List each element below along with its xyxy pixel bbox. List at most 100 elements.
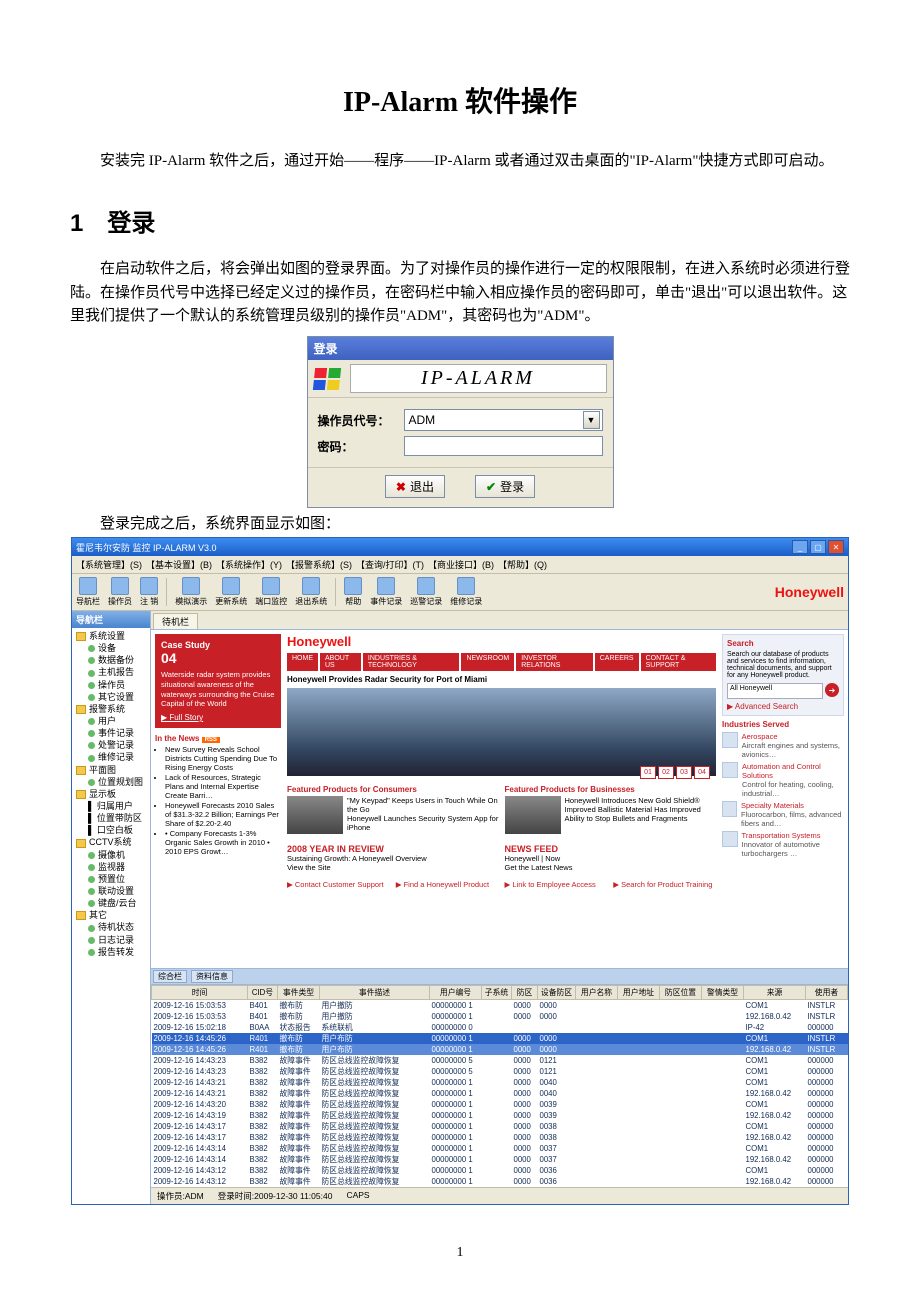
industry-item[interactable]: Specialty MaterialsFluorocarbon, films, …: [722, 801, 844, 828]
tree-node[interactable]: 其它: [74, 909, 148, 921]
tree-node[interactable]: 其它设置: [74, 691, 148, 703]
grid-row[interactable]: 2009-12-16 14:43:20B382故障事件防区总线监控故障恢复000…: [152, 1099, 848, 1110]
grid-row[interactable]: 2009-12-16 14:43:17B382故障事件防区总线监控故障恢复000…: [152, 1132, 848, 1143]
tree-node[interactable]: ▌ 归属用户: [74, 800, 148, 812]
toolbar-button[interactable]: 注 销: [140, 577, 158, 607]
pager-item[interactable]: 02: [658, 766, 674, 779]
grid-row[interactable]: 2009-12-16 14:45:26R401撤布防用户布防00000000 1…: [152, 1044, 848, 1055]
news-item[interactable]: • Company Forecasts 1-3% Organic Sales G…: [165, 829, 281, 856]
toolbar-button[interactable]: 巡警记录: [410, 577, 442, 607]
close-button[interactable]: ✕: [828, 540, 844, 554]
web-nav-item[interactable]: ABOUT US: [320, 653, 361, 671]
tree-node[interactable]: 数据备份: [74, 654, 148, 666]
exit-button[interactable]: ✖退出: [385, 475, 445, 498]
grid-header[interactable]: 时间: [152, 986, 248, 1000]
list-item[interactable]: Sustaining Growth: A Honeywell Overview: [287, 854, 499, 863]
login-button[interactable]: ✔登录: [475, 475, 535, 498]
grid-header[interactable]: 设备防区: [538, 986, 576, 1000]
news-item[interactable]: New Survey Reveals School Districts Cutt…: [165, 745, 281, 772]
web-nav-item[interactable]: INVESTOR RELATIONS: [516, 653, 593, 671]
tree-node[interactable]: 报告转发: [74, 946, 148, 958]
pager-item[interactable]: 03: [676, 766, 692, 779]
pager-item[interactable]: 04: [694, 766, 710, 779]
tree-node[interactable]: ▌ 口空白板: [74, 824, 148, 836]
tree-node[interactable]: 操作员: [74, 679, 148, 691]
tree-node[interactable]: 日志记录: [74, 934, 148, 946]
grid-row[interactable]: 2009-12-16 14:43:14B382故障事件防区总线监控故障恢复000…: [152, 1154, 848, 1165]
web-nav-item[interactable]: NEWSROOM: [461, 653, 514, 671]
tree-node[interactable]: 键盘/云台: [74, 897, 148, 909]
tree-node[interactable]: 设备: [74, 642, 148, 654]
bottom-tab[interactable]: 资料信息: [191, 970, 233, 983]
list-item[interactable]: Honeywell | Now: [505, 854, 717, 863]
menu-item[interactable]: 【帮助】(Q): [498, 558, 547, 571]
grid-header[interactable]: 用户名称: [576, 986, 618, 1000]
grid-header[interactable]: 子系统: [482, 986, 512, 1000]
chevron-down-icon[interactable]: ▼: [583, 411, 600, 429]
grid-header[interactable]: 警情类型: [702, 986, 744, 1000]
tree-node[interactable]: 显示板: [74, 788, 148, 800]
industry-item[interactable]: Transportation SystemsInnovator of autom…: [722, 831, 844, 858]
grid-row[interactable]: 2009-12-16 15:02:18B0AA状态报告系统联机00000000 …: [152, 1022, 848, 1033]
web-nav-item[interactable]: CAREERS: [595, 653, 639, 671]
menu-item[interactable]: 【商业接口】(B): [428, 558, 494, 571]
tree-node[interactable]: 报警系统: [74, 703, 148, 715]
grid-row[interactable]: 2009-12-16 14:43:12B382故障事件防区总线监控故障恢复000…: [152, 1165, 848, 1176]
grid-header[interactable]: CID号: [248, 986, 278, 1000]
toolbar-button[interactable]: 维修记录: [450, 577, 482, 607]
toolbar-button[interactable]: 退出系统: [295, 577, 327, 607]
grid-header[interactable]: 用户地址: [618, 986, 660, 1000]
tree-node[interactable]: 位置规划图: [74, 776, 148, 788]
tree-node[interactable]: 待机状态: [74, 921, 148, 933]
toolbar-button[interactable]: 操作员: [108, 577, 132, 607]
menu-item[interactable]: 【基本设置】(B): [146, 558, 212, 571]
grid-header[interactable]: 来源: [744, 986, 806, 1000]
footer-link[interactable]: ▶ Find a Honeywell Product: [396, 880, 499, 889]
grid-header[interactable]: 防区位置: [660, 986, 702, 1000]
tab-standby[interactable]: 待机栏: [153, 613, 198, 629]
full-story-link[interactable]: ▶ Full Story: [161, 713, 203, 722]
grid-row[interactable]: 2009-12-16 14:45:26R401撤布防用户布防00000000 1…: [152, 1033, 848, 1044]
grid-row[interactable]: 2009-12-16 14:43:19B382故障事件防区总线监控故障恢复000…: [152, 1110, 848, 1121]
tree-node[interactable]: 主机报告: [74, 666, 148, 678]
tree-node[interactable]: 摄像机: [74, 849, 148, 861]
tree-node[interactable]: 处警记录: [74, 739, 148, 751]
footer-link[interactable]: ▶ Search for Product Training: [613, 880, 716, 889]
menu-item[interactable]: 【查询/打印】(T): [356, 558, 424, 571]
grid-row[interactable]: 2009-12-16 15:03:53B401撤布防用户撤防00000000 1…: [152, 1000, 848, 1012]
web-nav-item[interactable]: CONTACT & SUPPORT: [641, 653, 716, 671]
grid-row[interactable]: 2009-12-16 14:43:21B382故障事件防区总线监控故障恢复000…: [152, 1088, 848, 1099]
grid-row[interactable]: 2009-12-16 14:43:23B382故障事件防区总线监控故障恢复000…: [152, 1066, 848, 1077]
web-nav-item[interactable]: HOME: [287, 653, 318, 671]
grid-row[interactable]: 2009-12-16 14:43:21B382故障事件防区总线监控故障恢复000…: [152, 1077, 848, 1088]
list-item[interactable]: Get the Latest News: [505, 863, 717, 872]
toolbar-button[interactable]: 端口监控: [255, 577, 287, 607]
grid-row[interactable]: 2009-12-16 14:43:23B382故障事件防区总线监控故障恢复000…: [152, 1055, 848, 1066]
pager-item[interactable]: 01: [640, 766, 656, 779]
grid-row[interactable]: 2009-12-16 14:43:17B382故障事件防区总线监控故障恢复000…: [152, 1121, 848, 1132]
tree-node[interactable]: 系统设置: [74, 630, 148, 642]
grid-header[interactable]: 事件描述: [320, 986, 430, 1000]
search-go-button[interactable]: ➔: [825, 683, 839, 697]
grid-header[interactable]: 用户编号: [430, 986, 482, 1000]
list-item[interactable]: View the Site: [287, 863, 499, 872]
maximize-button[interactable]: ▢: [810, 540, 826, 554]
industry-item[interactable]: Automation and Control SolutionsControl …: [722, 762, 844, 798]
menu-item[interactable]: 【系统操作】(Y): [216, 558, 282, 571]
web-nav-item[interactable]: INDUSTRIES & TECHNOLOGY: [363, 653, 460, 671]
toolbar-button[interactable]: 帮助: [344, 577, 362, 607]
news-item[interactable]: Honeywell Forecasts 2010 Sales of $31.3-…: [165, 801, 281, 828]
tree-node[interactable]: ▌ 位置带防区: [74, 812, 148, 824]
grid-header[interactable]: 事件类型: [278, 986, 320, 1000]
tree-node[interactable]: 监视器: [74, 861, 148, 873]
toolbar-button[interactable]: 更新系统: [215, 577, 247, 607]
minimize-button[interactable]: _: [792, 540, 808, 554]
search-input[interactable]: All Honeywell: [727, 683, 823, 699]
password-input[interactable]: [404, 436, 603, 456]
nav-tree[interactable]: 系统设置设备数据备份主机报告操作员其它设置报警系统用户事件记录处警记录维修记录平…: [72, 628, 150, 960]
event-grid[interactable]: 时间CID号事件类型事件描述用户编号子系统防区设备防区用户名称用户地址防区位置警…: [151, 984, 848, 1187]
menu-item[interactable]: 【报警系统】(S): [286, 558, 352, 571]
tree-node[interactable]: 预置位: [74, 873, 148, 885]
grid-row[interactable]: 2009-12-16 15:03:53B401撤布防用户撤防00000000 1…: [152, 1011, 848, 1022]
tree-node[interactable]: 事件记录: [74, 727, 148, 739]
